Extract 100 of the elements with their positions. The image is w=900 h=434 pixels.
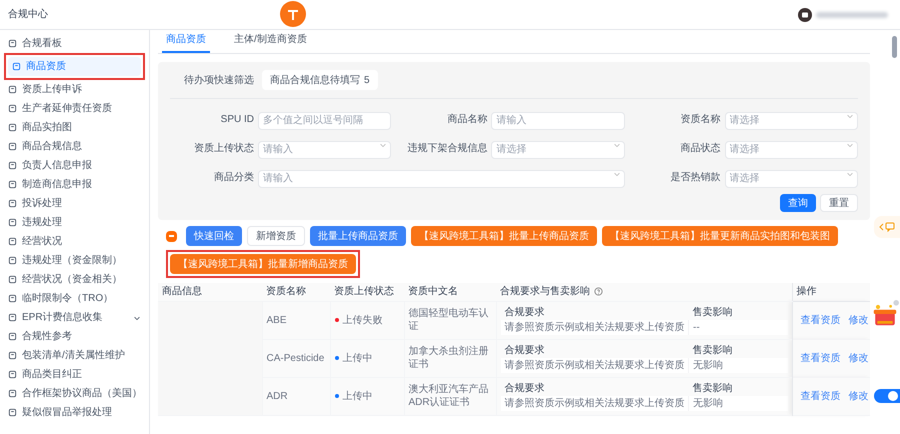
- filter-chip[interactable]: 商品合规信息待填写 5: [262, 70, 378, 90]
- action-link[interactable]: 修改: [848, 312, 868, 328]
- document-icon: [8, 180, 17, 189]
- document-icon: [8, 199, 17, 208]
- sidebar-item[interactable]: 经营状况（资金相关）: [4, 270, 145, 289]
- toolbar-button[interactable]: 批量上传商品资质: [310, 226, 406, 246]
- filter-button[interactable]: 重置: [820, 194, 858, 212]
- document-icon: [8, 104, 17, 113]
- table-cell: 加拿大杀虫剂注册证书: [408, 346, 488, 370]
- select-field[interactable]: 请选择: [724, 170, 858, 188]
- action-link[interactable]: 查看资质: [800, 388, 840, 404]
- column-header: 合规要求与售卖影响: [500, 284, 590, 300]
- document-icon: [8, 313, 17, 322]
- table-cell: 请参照资质示例或相关法规要求上传资质: [504, 322, 684, 333]
- table-cell: 请参照资质示例或相关法规要求上传资质: [504, 360, 684, 371]
- document-icon: [8, 161, 17, 170]
- status-text: 上传失败: [342, 314, 382, 328]
- avatar-icon[interactable]: [798, 8, 812, 22]
- tab[interactable]: 主体/制造商资质: [230, 32, 311, 53]
- sidebar-item[interactable]: 合规看板: [4, 34, 145, 53]
- action-link[interactable]: 修改: [848, 388, 868, 404]
- app-title: 合规中心: [7, 8, 48, 22]
- document-icon: [8, 332, 17, 341]
- table-cell: 无影响: [693, 398, 723, 409]
- select-all-checkbox[interactable]: [166, 230, 177, 242]
- sidebar-item[interactable]: 包装清单/清关属性维护: [4, 346, 145, 365]
- document-icon: [8, 256, 17, 265]
- sidebar-item[interactable]: 合规性参考: [4, 327, 145, 346]
- sidebar-item[interactable]: 商品实拍图: [4, 118, 145, 137]
- document-icon: [8, 370, 17, 379]
- field-label: SPU ID: [220, 112, 254, 126]
- sidebar-item[interactable]: 商品类目纠正: [4, 365, 145, 384]
- toolbar-button[interactable]: 快速回检: [186, 226, 242, 246]
- document-icon: [8, 237, 17, 246]
- document-icon: [8, 275, 17, 284]
- scrollbar-thumb[interactable]: [892, 36, 897, 58]
- sidebar-item[interactable]: 违规处理: [4, 213, 145, 232]
- table-cell: 无影响: [693, 360, 723, 371]
- sidebar-item[interactable]: 合作框架协议商品（美国）: [4, 384, 145, 403]
- sidebar-item[interactable]: EPR计费信息收集: [4, 308, 145, 327]
- sidebar-item[interactable]: 违规处理（资金限制）: [4, 251, 145, 270]
- chevron-down-icon: [846, 112, 854, 120]
- action-link[interactable]: 查看资质: [800, 350, 840, 366]
- document-icon: [8, 294, 17, 303]
- action-link[interactable]: 查看资质: [800, 312, 840, 328]
- select-field[interactable]: 请选择: [724, 112, 858, 130]
- chevron-down-icon: [379, 141, 388, 149]
- column-header: 资质中文名: [408, 284, 458, 300]
- status-text: 上传中: [342, 390, 372, 404]
- action-link[interactable]: 修改: [848, 350, 868, 366]
- document-icon: [8, 389, 17, 398]
- column-header: 售卖影响: [692, 383, 732, 394]
- blurred-username: [816, 12, 888, 18]
- sidebar-item[interactable]: 制造商信息申报: [4, 175, 145, 194]
- field-label: 商品分类: [213, 170, 254, 184]
- select-field[interactable]: 请输入: [258, 140, 392, 158]
- select-field[interactable]: 请选择: [491, 140, 625, 158]
- chevron-down-icon: [612, 170, 621, 178]
- field-label: 资质上传状态: [193, 142, 254, 156]
- toolbar-button[interactable]: 新增资质: [247, 226, 305, 246]
- document-icon: [8, 408, 17, 417]
- table-cell: 德国轻型电动车认证: [408, 308, 488, 332]
- select-field[interactable]: 请选择: [724, 140, 858, 158]
- column-header: 合规要求: [504, 345, 544, 356]
- sidebar-item[interactable]: 负责人信息申报: [4, 156, 145, 175]
- document-icon: [8, 351, 17, 360]
- gift-box-graphic: [871, 300, 899, 328]
- input-field[interactable]: 请输入: [491, 112, 625, 130]
- chevron-down-icon: [612, 141, 621, 149]
- table-cell: --: [693, 322, 700, 333]
- table-cell: ABE: [266, 314, 287, 326]
- field-label: 资质名称: [680, 112, 721, 126]
- sidebar-item[interactable]: 资质上传申诉: [4, 80, 145, 99]
- sidebar-item[interactable]: 投诉处理: [4, 194, 145, 213]
- column-header: 商品信息: [162, 284, 202, 300]
- chevron-down-icon: [846, 170, 854, 178]
- sidebar-item[interactable]: 临时限制令（TRO）: [4, 289, 145, 308]
- table-cell: CA-Pesticide: [266, 352, 324, 364]
- column-header: 操作: [796, 285, 816, 300]
- sidebar-item[interactable]: 经营状况: [4, 232, 145, 251]
- document-icon: [8, 123, 17, 132]
- table-cell: 澳大利亚汽车产品ADR认证证书: [408, 384, 488, 408]
- field-label: 商品状态: [680, 142, 721, 156]
- filter-button[interactable]: 查询: [780, 194, 816, 212]
- tab[interactable]: 商品资质: [162, 32, 210, 53]
- app-logo-icon[interactable]: [279, 0, 307, 28]
- input-field[interactable]: 多个值之间以逗号间隔: [258, 112, 392, 130]
- sidebar-item[interactable]: 商品资质: [8, 57, 141, 76]
- column-header: 资质名称: [266, 284, 306, 300]
- column-header: 售卖影响: [692, 345, 732, 356]
- help-icon: [594, 287, 603, 296]
- column-header: 售卖影响: [692, 307, 732, 318]
- side-toggle[interactable]: [874, 389, 900, 403]
- sidebar-item[interactable]: 生产者延伸责任资质: [4, 99, 145, 118]
- field-label: 违规下架合规信息: [406, 142, 488, 156]
- sidebar-item[interactable]: 商品合规信息: [4, 137, 145, 156]
- sidebar-item[interactable]: 疑似假冒品举报处理: [4, 403, 145, 422]
- feedback-tab[interactable]: [874, 216, 900, 238]
- select-field[interactable]: 请输入: [258, 170, 625, 188]
- table-cell: 请参照资质示例或相关法规要求上传资质: [504, 398, 684, 409]
